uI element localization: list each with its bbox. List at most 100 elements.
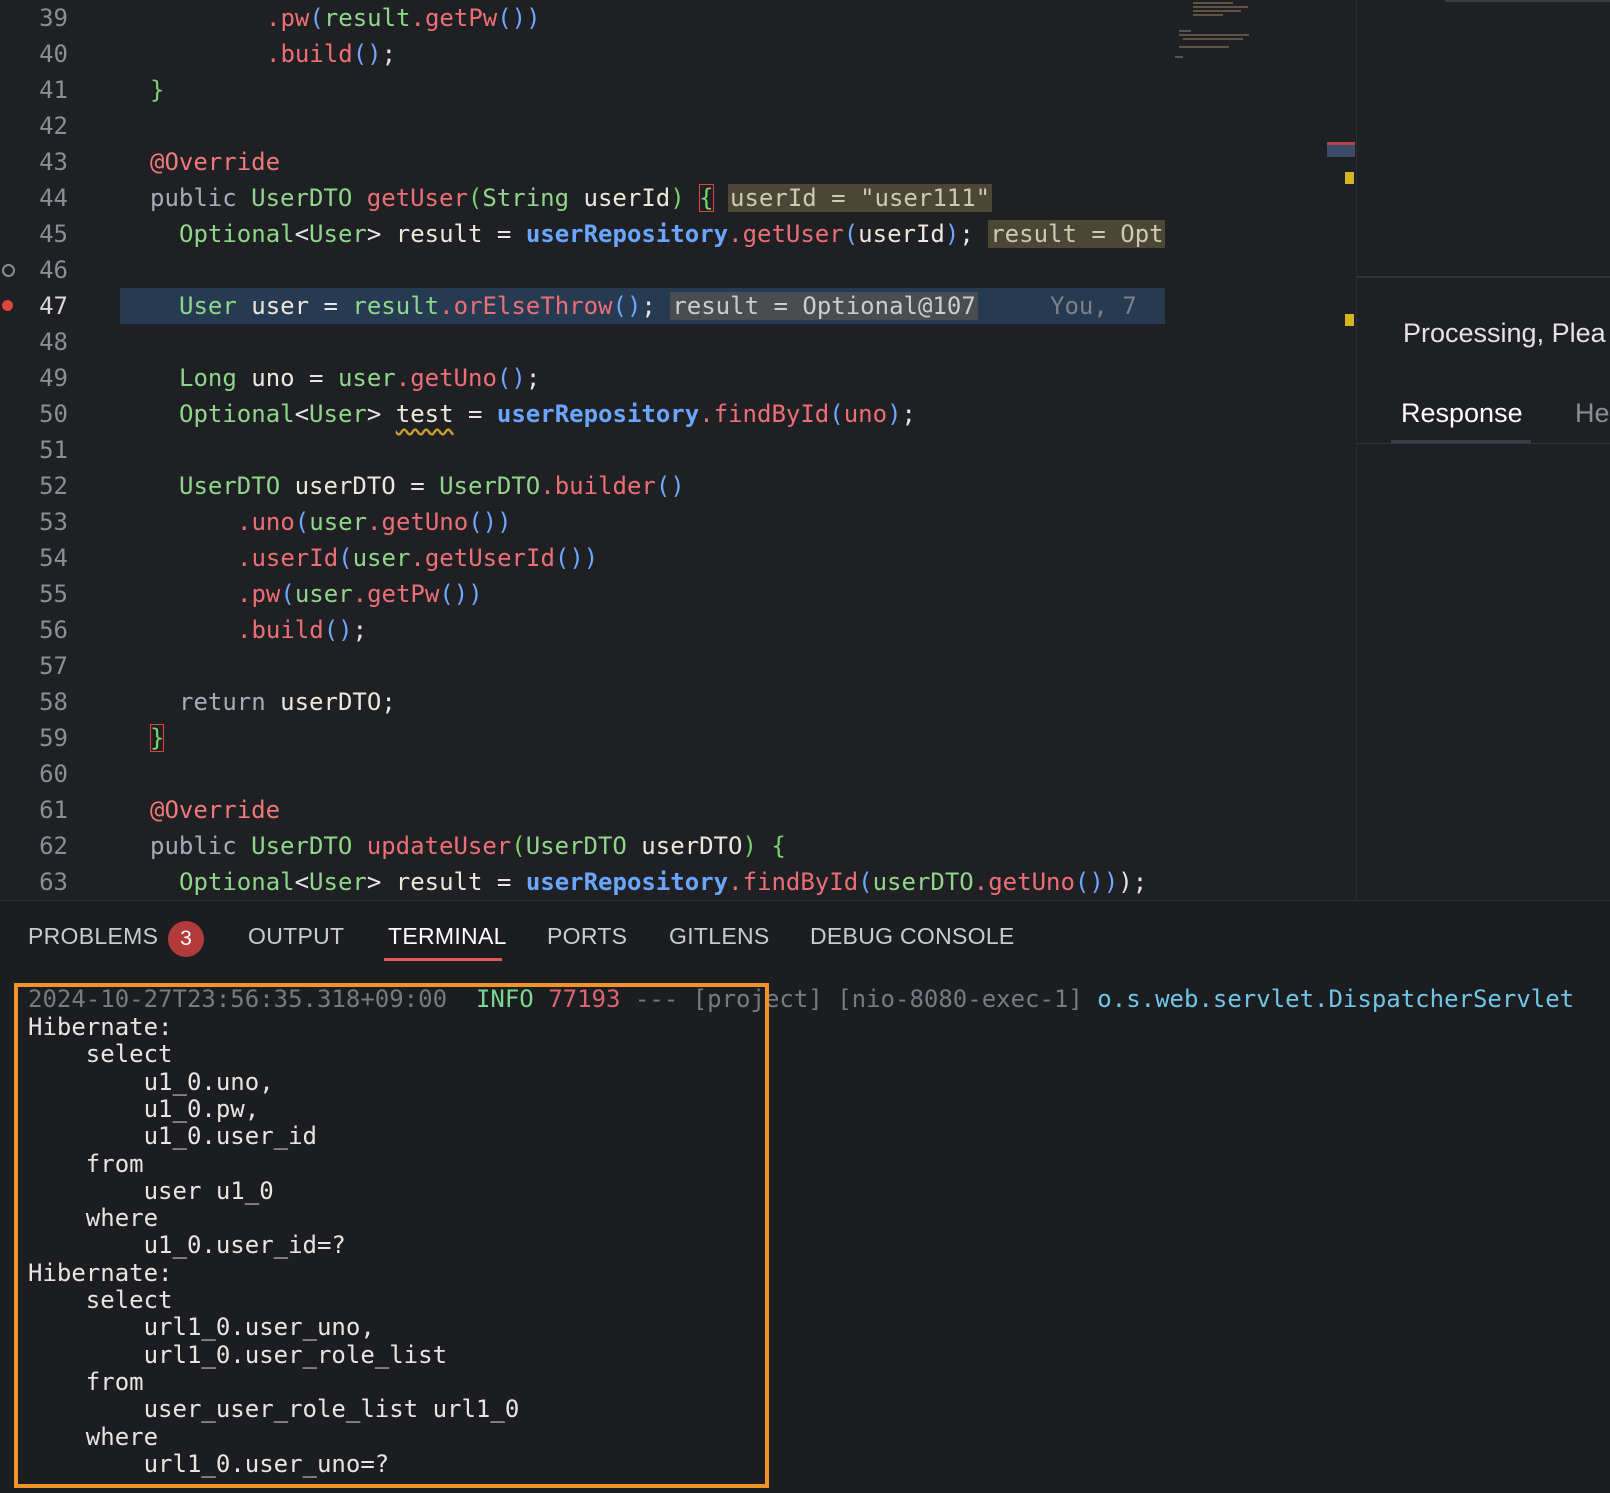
code-token: () (612, 292, 642, 320)
line-number[interactable]: 60 (0, 756, 68, 792)
tab-response[interactable]: Response (1401, 398, 1523, 429)
code-token: public (150, 184, 252, 212)
code-line[interactable]: 49 Long uno = user.getUno(); (0, 360, 1165, 396)
code-line[interactable]: 44 public UserDTO getUser(String userId) … (0, 180, 1165, 216)
code-line[interactable]: 60 (0, 756, 1165, 792)
code-line[interactable]: 51 (0, 432, 1165, 468)
code-token: . (973, 868, 989, 896)
breakpoint-hint-icon[interactable] (2, 264, 15, 277)
tab-problems[interactable]: PROBLEMS (28, 923, 158, 950)
code-line[interactable]: 59} (0, 720, 1165, 756)
line-number[interactable]: 62 (0, 828, 68, 864)
code-text: public UserDTO updateUser(UserDTO userDT… (150, 828, 786, 864)
code-token: > (366, 400, 396, 428)
code-line[interactable]: 57 (0, 648, 1165, 684)
code-line[interactable]: 50 Optional<User> test = userRepository.f… (0, 396, 1165, 432)
line-number[interactable]: 59 (0, 720, 68, 756)
code-token: userRepository (525, 868, 729, 896)
code-token: . (352, 580, 368, 608)
code-token: < (294, 400, 310, 428)
code-token: user (309, 508, 368, 536)
code-token: ( (829, 400, 844, 428)
code-token: String (482, 184, 584, 212)
code-line[interactable]: 41} (0, 72, 1165, 108)
code-token: userDTO (641, 832, 743, 860)
processing-status: Processing, Plea (1403, 318, 1606, 348)
line-number[interactable]: 40 (0, 36, 68, 72)
code-token: userRepository (496, 400, 700, 428)
code-token: ()) (439, 580, 483, 608)
line-number[interactable]: 55 (0, 576, 68, 612)
breakpoint-icon[interactable] (2, 300, 13, 311)
code-token: = (323, 292, 353, 320)
code-token: @Override (150, 796, 281, 824)
line-number[interactable]: 39 (0, 0, 68, 36)
tab-output[interactable]: OUTPUT (248, 923, 344, 950)
code-token: () (323, 616, 353, 644)
line-number[interactable]: 41 (0, 72, 68, 108)
code-line[interactable]: 62 public UserDTO updateUser(UserDTO user… (0, 828, 1165, 864)
code-line[interactable]: 47 User user = result.orElseThrow(); resu… (2, 288, 1165, 324)
code-text: @Override (150, 144, 280, 180)
tab-ports[interactable]: PORTS (547, 923, 627, 950)
code-token: ( (843, 220, 859, 248)
line-number[interactable]: 44 (0, 180, 68, 216)
line-number[interactable]: 63 (0, 864, 68, 900)
line-number[interactable]: 58 (0, 684, 68, 720)
tab-gitlens[interactable]: GITLENS (669, 923, 770, 950)
code-token: ( (511, 832, 526, 860)
code-line[interactable]: 43 @Override (0, 144, 1165, 180)
scrollbar-error-marker (1327, 142, 1355, 157)
code-token: .userId (237, 544, 339, 572)
code-line[interactable]: 40 .build(); (0, 36, 1165, 72)
code-token: Optional (179, 400, 295, 428)
code-text: .uno(user.getUno()) (237, 504, 512, 540)
code-line[interactable]: 53 .uno(user.getUno()) (0, 504, 1165, 540)
code-line[interactable]: 58 return userDTO; (0, 684, 1165, 720)
code-token: = (496, 868, 526, 896)
code-token: result (352, 292, 440, 320)
code-token: .uno (237, 508, 295, 536)
line-number[interactable]: 45 (0, 216, 68, 252)
panel-top-edge (1445, 0, 1610, 2)
code-token: UserDTO (439, 472, 541, 500)
code-token: ( (467, 184, 483, 212)
line-number[interactable]: 52 (0, 468, 68, 504)
code-token: ( (294, 508, 310, 536)
line-number[interactable]: 43 (0, 144, 68, 180)
code-line[interactable]: 56 .build(); (0, 612, 1165, 648)
line-number[interactable]: 48 (0, 324, 68, 360)
code-line[interactable]: 55 .pw(user.getPw()) (0, 576, 1165, 612)
line-number[interactable]: 56 (0, 612, 68, 648)
code-line[interactable]: 45 Optional<User> result = userRepository… (0, 216, 1165, 252)
minimap[interactable] (1165, 0, 1355, 900)
line-number[interactable]: 49 (0, 360, 68, 396)
line-number[interactable]: 54 (0, 540, 68, 576)
code-token: = (309, 364, 338, 392)
code-line[interactable]: 61 @Override (0, 792, 1165, 828)
code-line[interactable]: 48 (0, 324, 1165, 360)
code-line[interactable]: 39 .pw(result.getPw()) (0, 0, 1165, 36)
code-line[interactable]: 54 .userId(user.getUserId()) (0, 540, 1165, 576)
line-number[interactable]: 42 (0, 108, 68, 144)
line-number[interactable]: 61 (0, 792, 68, 828)
code-token: ; (381, 40, 397, 68)
code-token: UserDTO (251, 184, 367, 212)
line-number[interactable]: 50 (0, 396, 68, 432)
code-editor[interactable]: 39 .pw(result.getPw()) 40 .build(); 41} 42 43 @… (0, 0, 1165, 900)
code-line[interactable]: 52 UserDTO userDTO = UserDTO.builder() (0, 468, 1165, 504)
code-text: Optional<User> result = userRepository.g… (179, 216, 1165, 252)
code-token: result (395, 220, 497, 248)
line-number[interactable]: 57 (0, 648, 68, 684)
tab-debug-console[interactable]: DEBUG CONSOLE (810, 923, 1015, 950)
line-number[interactable]: 51 (0, 432, 68, 468)
code-line[interactable]: 46 (0, 252, 1165, 288)
tab-terminal[interactable]: TERMINAL (388, 923, 507, 950)
code-token: result = Optional@107 (670, 292, 978, 320)
code-line[interactable]: 63 Optional<User> result = userRepository… (0, 864, 1165, 900)
code-line[interactable]: 42 (0, 108, 1165, 144)
code-token: getPw (367, 580, 440, 608)
tab-headers[interactable]: He (1575, 398, 1610, 429)
code-token: UserDTO (251, 832, 367, 860)
line-number[interactable]: 53 (0, 504, 68, 540)
